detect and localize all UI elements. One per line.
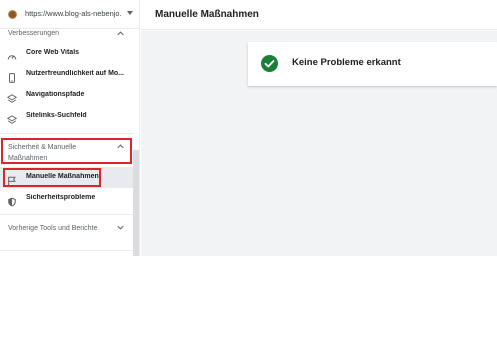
sidebar-item-label: Core Web Vitals xyxy=(26,49,80,56)
chevron-up-icon[interactable] xyxy=(117,30,124,37)
sidebar-item-security-issues[interactable]: Sicherheitsprobleme xyxy=(0,188,134,209)
page-title: Manuelle Maßnahmen xyxy=(155,9,259,20)
section-header-improvements[interactable]: Verbesserungen xyxy=(8,30,59,37)
sidebar-scrollbar[interactable] xyxy=(133,150,139,256)
sidebar-item-label: Navigationspfade xyxy=(26,91,85,98)
chevron-down-icon[interactable] xyxy=(117,224,124,231)
highlight-box-section xyxy=(1,138,132,164)
sidebar: https://www.blog-als-nebenjo... Verbesse… xyxy=(0,0,140,256)
property-selector[interactable]: https://www.blog-als-nebenjo... xyxy=(0,0,139,29)
main-content: Keine Probleme erkannt xyxy=(141,31,497,256)
layers-icon xyxy=(6,112,18,124)
sidebar-item-label: Sitelinks-Suchfeld xyxy=(26,112,87,119)
check-circle-icon xyxy=(261,55,278,72)
property-url: https://www.blog-als-nebenjo... xyxy=(25,9,121,18)
sidebar-item-label: Nutzerfreundlichkeit auf Mo... xyxy=(26,70,125,77)
sidebar-item-breadcrumbs[interactable]: Navigationspfade xyxy=(0,85,134,106)
shield-icon xyxy=(7,194,17,207)
sidebar-item-core-web-vitals[interactable]: Core Web Vitals xyxy=(0,43,134,64)
layers-icon xyxy=(6,91,18,103)
divider xyxy=(0,214,134,215)
site-favicon-icon xyxy=(8,10,17,19)
dropdown-caret-icon[interactable] xyxy=(127,11,133,15)
divider xyxy=(0,133,134,134)
sidebar-item-sitelinks-searchbox[interactable]: Sitelinks-Suchfeld xyxy=(0,106,134,127)
status-card: Keine Probleme erkannt xyxy=(248,42,497,86)
gauge-icon xyxy=(7,49,17,60)
smartphone-icon xyxy=(7,70,17,83)
highlight-box-item xyxy=(3,168,101,187)
section-header-legacy[interactable]: Vorherige Tools und Berichte xyxy=(8,223,98,234)
divider xyxy=(0,250,134,251)
sidebar-item-label: Sicherheitsprobleme xyxy=(26,194,96,201)
status-message: Keine Probleme erkannt xyxy=(292,57,401,68)
sidebar-item-mobile-usability[interactable]: Nutzerfreundlichkeit auf Mo... xyxy=(0,64,134,85)
page-header: Manuelle Maßnahmen xyxy=(141,0,497,30)
